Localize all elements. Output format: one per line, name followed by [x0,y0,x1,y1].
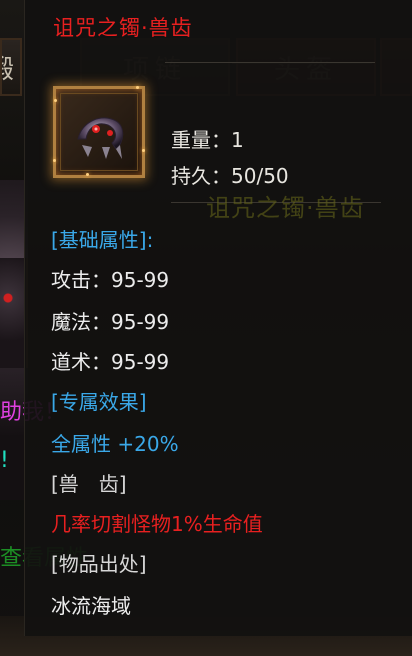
tab-partial[interactable]: 锻 [0,38,22,96]
beast-tooth-header: [兽 齿] [51,472,127,496]
weight-value: 1 [231,128,244,152]
chat-exclaim-text: ! [0,448,9,473]
base-attr-header: [基础属性]: [51,228,154,252]
weight-row: 重量：1 [171,124,244,153]
magic-row: 魔法：95-99 [51,310,170,334]
attack-row: 攻击：95-99 [51,268,170,292]
ghost-item-name: 诅咒之镯·兽齿 [206,194,365,222]
durability-row: 持久：50/50 [171,160,289,189]
item-tooltip: 诅咒之镯·兽齿 重量：1 持久：50/50 [基础属性]: 攻击：95-99 魔… [24,0,412,636]
source-value: 冰流海域 [51,594,131,618]
tao-row: 道术：95-99 [51,350,170,374]
all-attr-row: 全属性 +20% [51,432,179,456]
beast-tooth-effect: 几率切割怪物1%生命值 [51,512,263,536]
item-icon-frame[interactable] [53,86,145,178]
durability-value: 50/50 [231,164,289,188]
title-divider [165,62,375,63]
durability-label: 持久： [171,164,231,188]
item-name: 诅咒之镯·兽齿 [53,16,193,40]
source-header: [物品出处] [51,552,147,576]
exclusive-header: [专属效果] [51,390,147,414]
game-screen: 锻 项链 头盔 助我！ ! 查看属性 诅咒之镯·兽齿 [0,0,412,656]
weight-label: 重量： [171,128,231,152]
cursed-bracelet-icon [77,117,124,159]
